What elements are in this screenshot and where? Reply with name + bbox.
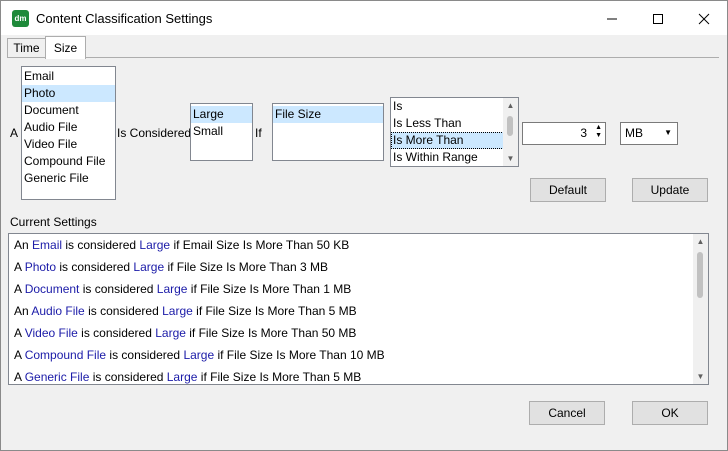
settings-scrollbar[interactable]: ▲ ▼ [693,234,708,384]
row-text: if File Size Is More Than 3 MB [164,260,328,274]
scroll-up-icon[interactable]: ▲ [503,98,518,113]
attribute-list[interactable]: File Size [272,103,384,161]
minimize-icon[interactable] [589,1,635,35]
row-text: is considered [106,348,184,362]
dialog-window: dm Content Classification Settings Time … [0,0,728,451]
value-stepper[interactable]: 3 ▲ ▼ [522,122,606,145]
row-text: A [14,282,25,296]
row-text: An [14,238,33,252]
list-item[interactable]: A Video File is considered Large if File… [9,322,693,344]
row-text: if File Size Is More Than 5 MB [197,370,362,384]
if-label: If [255,126,262,140]
content-type-text: Email [32,238,63,252]
size-class-text: Large [139,238,171,252]
size-class-text: Large [155,326,186,340]
row-text: if File Size Is More Than 10 MB [214,348,385,362]
size-class-text: Large [133,260,165,274]
row-text: if Email Size Is More Than 50 KB [170,238,350,252]
content-type-list[interactable]: Email Photo Document Audio File Video Fi… [21,66,116,200]
row-text: is considered [77,326,156,340]
scroll-thumb[interactable] [507,116,513,136]
row-text: if File Size Is More Than 1 MB [187,282,352,296]
maximize-icon[interactable] [635,1,681,35]
content-type-text: Generic File [24,370,90,384]
list-item[interactable]: Photo [22,85,115,102]
list-item[interactable]: Video File [22,136,115,153]
list-item[interactable]: A Compound File is considered Large if F… [9,344,693,366]
row-text: is considered [84,304,163,318]
current-settings-label: Current Settings [10,215,97,229]
row-text: An [14,304,32,318]
app-logo-icon: dm [12,10,29,27]
chevron-down-icon: ▼ [664,128,672,137]
list-item[interactable]: A Document is considered Large if File S… [9,278,693,300]
current-settings-list[interactable]: An Email is considered Large if Email Si… [8,233,709,385]
list-item[interactable]: An Email is considered Large if Email Si… [9,234,693,256]
operator-scrollbar[interactable]: ▲ ▼ [503,98,518,166]
size-class-list[interactable]: Large Small [190,103,253,161]
row-text: is considered [56,260,134,274]
size-class-text: Large [183,348,215,362]
list-item[interactable]: Document [22,102,115,119]
list-item[interactable]: Is Within Range [391,149,518,166]
list-item[interactable]: A Photo is considered Large if File Size… [9,256,693,278]
title-bar: dm Content Classification Settings [1,1,727,35]
row-text: if File Size Is More Than 5 MB [192,304,357,318]
row-text: is considered [62,238,140,252]
ok-button[interactable]: OK [632,401,708,425]
row-text: is considered [89,370,167,384]
list-item[interactable]: A Generic File is considered Large if Fi… [9,366,693,384]
stepper-arrows-icon[interactable]: ▲ ▼ [595,124,602,140]
row-text: A [14,326,25,340]
list-item[interactable]: Compound File [22,153,115,170]
value-text[interactable]: 3 [580,126,587,140]
cancel-button[interactable]: Cancel [529,401,605,425]
scroll-up-icon[interactable]: ▲ [693,234,708,249]
row-text: A [14,370,25,384]
content-type-text: Audio File [31,304,85,318]
content-type-text: Document [24,282,80,296]
row-text: A [14,260,25,274]
tab-size[interactable]: Size [45,36,86,59]
window-title: Content Classification Settings [36,11,213,26]
row-text: A [14,348,25,362]
list-item[interactable]: An Audio File is considered Large if Fil… [9,300,693,322]
row-text: if File Size Is More Than 50 MB [185,326,357,340]
scroll-thumb[interactable] [697,252,703,298]
close-icon[interactable] [681,1,727,35]
operator-list[interactable]: Is Is Less Than Is More Than Is Within R… [390,97,519,167]
row-text: is considered [79,282,157,296]
list-item[interactable]: Is Less Than [391,115,518,132]
content-type-text: Photo [24,260,57,274]
list-item[interactable]: Large [191,106,252,123]
unit-value: MB [625,126,643,140]
update-button[interactable]: Update [632,178,708,202]
list-item[interactable]: Audio File [22,119,115,136]
default-button[interactable]: Default [530,178,606,202]
size-class-text: Large [156,282,188,296]
list-item[interactable]: Generic File [22,170,115,187]
size-class-text: Large [162,304,193,318]
prefix-label: A [10,126,19,140]
scroll-down-icon[interactable]: ▼ [503,151,518,166]
content-type-text: Compound File [24,348,107,362]
is-considered-label: Is Considered [117,126,192,140]
scroll-down-icon[interactable]: ▼ [693,369,708,384]
unit-select[interactable]: MB ▼ [620,122,678,145]
content-type-text: Video File [24,326,78,340]
list-item[interactable]: Is More Than [391,132,518,149]
list-item[interactable]: File Size [273,106,383,123]
size-class-text: Large [166,370,198,384]
tab-time[interactable]: Time [7,38,46,59]
list-item[interactable]: Small [191,123,252,140]
settings-rows: An Email is considered Large if Email Si… [9,234,693,384]
list-item[interactable]: Is [391,98,518,115]
size-tab-panel: A Email Photo Document Audio File Video … [7,57,719,208]
list-item[interactable]: Email [22,68,115,85]
